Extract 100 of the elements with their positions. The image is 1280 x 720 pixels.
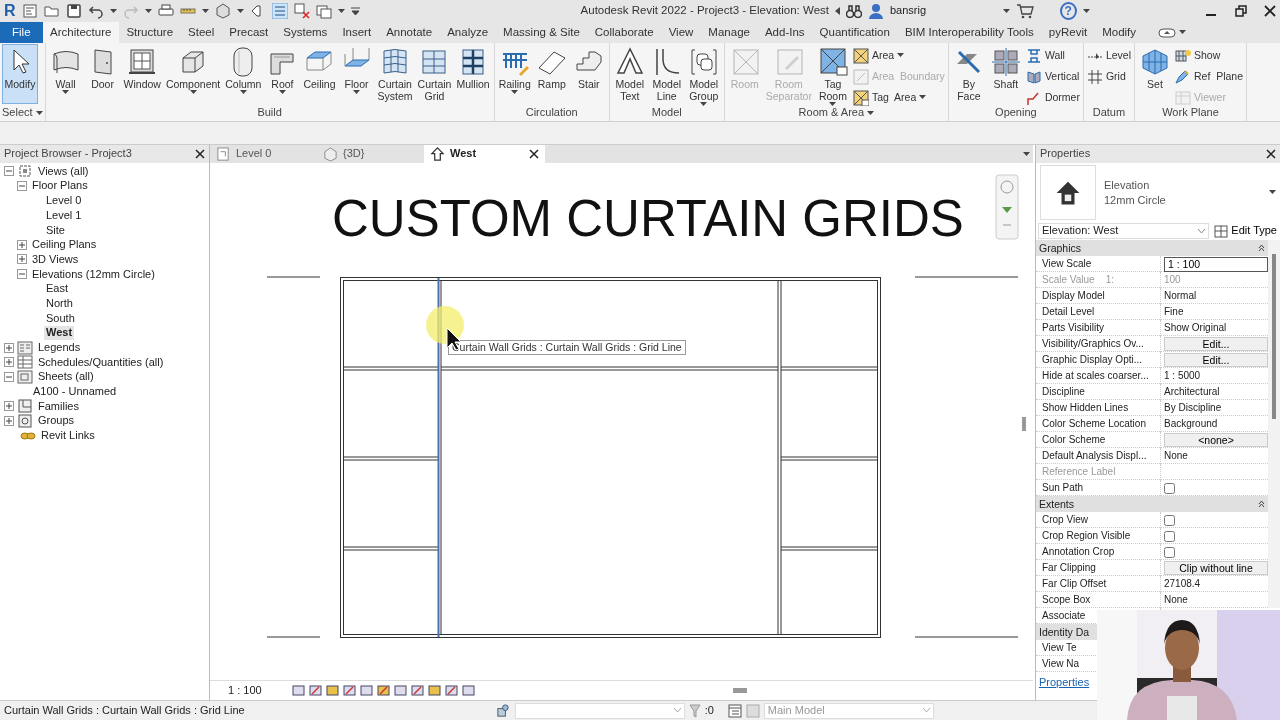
view-scale[interactable]: 1 : 100 [228,683,262,698]
ribbon-tab[interactable]: Quantification [812,22,898,43]
instance-dropdown[interactable]: Elevation: West [1038,223,1210,239]
user-name[interactable]: bansrig [890,4,927,18]
tool-button[interactable]: Ref Plane [1174,67,1245,86]
ribbon-tab[interactable]: Structure [118,22,181,43]
caret-icon[interactable] [1023,151,1030,157]
panel-label[interactable]: Room & Area [798,106,865,120]
caret-icon[interactable] [109,8,117,14]
print-icon[interactable] [157,3,174,19]
group-header[interactable]: Extents [1039,497,1075,511]
tree-item[interactable]: Views (all) [36,164,91,178]
tool-button[interactable]: Curtain Grid [415,44,454,104]
tool-button[interactable]: Grid [1085,67,1132,86]
document-tab[interactable]: West [424,145,529,163]
checkbox[interactable] [1164,530,1175,542]
ribbon-tab[interactable]: File [0,22,43,43]
tree-toggle[interactable] [17,239,27,250]
undo-icon[interactable] [87,3,104,19]
tree-toggle[interactable] [4,416,14,427]
panel-label[interactable]: Select [2,106,33,120]
tree-item[interactable]: South [44,311,77,325]
caret-icon[interactable] [1178,30,1186,35]
tool-button[interactable]: Stair [570,44,607,104]
tool-button[interactable]: Modify [2,44,38,104]
ribbon-tab[interactable]: Architecture [42,22,119,43]
close-hidden-icon[interactable] [293,3,310,19]
caret-icon[interactable] [835,7,840,15]
tree-item[interactable]: A100 - Unnamed [31,385,119,399]
ribbon-tab[interactable]: Systems [275,22,335,43]
ribbon-tab[interactable]: Manage [700,22,758,43]
open-icon[interactable] [43,3,60,19]
ribbon-tab[interactable]: Analyze [439,22,496,43]
tool-button[interactable]: Level [1085,46,1132,65]
group-header[interactable]: Graphics [1039,241,1081,255]
grid-line[interactable] [437,277,440,638]
app-logo[interactable]: R [4,1,16,21]
tree-item[interactable]: Schedules/Quantities (all) [36,355,166,369]
tool-button[interactable]: Dormer [1024,88,1081,107]
caret-icon[interactable] [1082,8,1090,14]
restore-icon[interactable] [1234,5,1247,17]
tool-button[interactable]: Model Text [611,44,648,104]
switch-windows-icon[interactable] [315,3,332,19]
tree-toggle[interactable] [4,166,14,177]
tool-button[interactable]: Roof [264,44,301,104]
tool-button[interactable]: Shaft [987,44,1024,104]
tree-toggle[interactable] [4,371,14,382]
tree-item[interactable]: Elevations (12mm Circle) [30,267,157,281]
tool-button[interactable]: Column [223,44,264,104]
caret-icon[interactable] [201,8,209,14]
ribbon-tab[interactable]: Annotate [378,22,440,43]
checkbox[interactable] [1164,546,1175,558]
worksets-icon[interactable] [495,703,511,718]
tree-item[interactable]: North [44,296,75,311]
tool-button[interactable]: Curtain System [375,44,415,104]
tool-button[interactable]: By Face [950,44,987,104]
tool-button[interactable]: Set [1137,44,1173,104]
tree-item[interactable]: Ceiling Plans [30,238,99,252]
save-icon[interactable] [65,3,82,19]
checkbox[interactable] [1164,514,1175,526]
close-icon[interactable] [1266,149,1276,159]
properties-link[interactable]: Properties [1039,676,1090,688]
tree-toggle[interactable] [4,357,14,368]
caret-icon[interactable] [1269,190,1276,195]
close-icon[interactable] [195,149,205,159]
caret-icon[interactable] [867,110,875,116]
tool-button[interactable]: Railing [496,44,533,104]
tool-button[interactable]: Ramp [533,44,570,104]
cart-icon[interactable] [1015,3,1034,19]
type-name[interactable]: Elevation 12mm Circle [1104,178,1261,207]
tool-button[interactable]: Vertical [1024,67,1081,86]
value-button[interactable]: <none> [1164,433,1268,447]
tree-item[interactable]: Revit Links [39,429,97,443]
caret-icon[interactable] [236,8,244,14]
value-button[interactable]: Edit... [1164,353,1268,367]
tool-button[interactable]: Show [1174,46,1245,65]
tool-button[interactable]: Floor [338,44,375,104]
tool-button[interactable]: Area [851,46,946,65]
help-button[interactable]: ? [1059,2,1077,20]
checkbox[interactable] [1164,482,1175,494]
value-button[interactable]: Clip without line [1164,561,1268,575]
group-header[interactable]: Identity Da [1039,625,1090,639]
tool-button[interactable]: Model Group [685,44,722,104]
tree-item[interactable]: 3D Views [30,252,81,267]
tree-item[interactable]: Level 0 [44,194,84,208]
caret-icon[interactable] [35,110,43,116]
tool-button[interactable]: Mullion [454,44,492,104]
ribbon-tab[interactable]: BIM Interoperability Tools [897,22,1042,43]
tree-toggle[interactable] [17,269,27,280]
ribbon-tab[interactable]: pyRevit [1041,22,1095,43]
curtain-wall-drawing[interactable] [340,277,881,638]
tool-button[interactable]: Model Line [648,44,685,104]
caret-icon[interactable] [337,8,345,14]
tool-button[interactable]: Window [121,44,163,104]
tree-toggle[interactable] [17,254,27,265]
close-icon[interactable] [529,149,539,159]
tool-button[interactable]: Wall [1024,46,1081,65]
caret-icon[interactable] [144,8,152,14]
ribbon-tab[interactable]: Precast [221,22,276,43]
tool-button[interactable]: Tag Area [851,88,946,107]
